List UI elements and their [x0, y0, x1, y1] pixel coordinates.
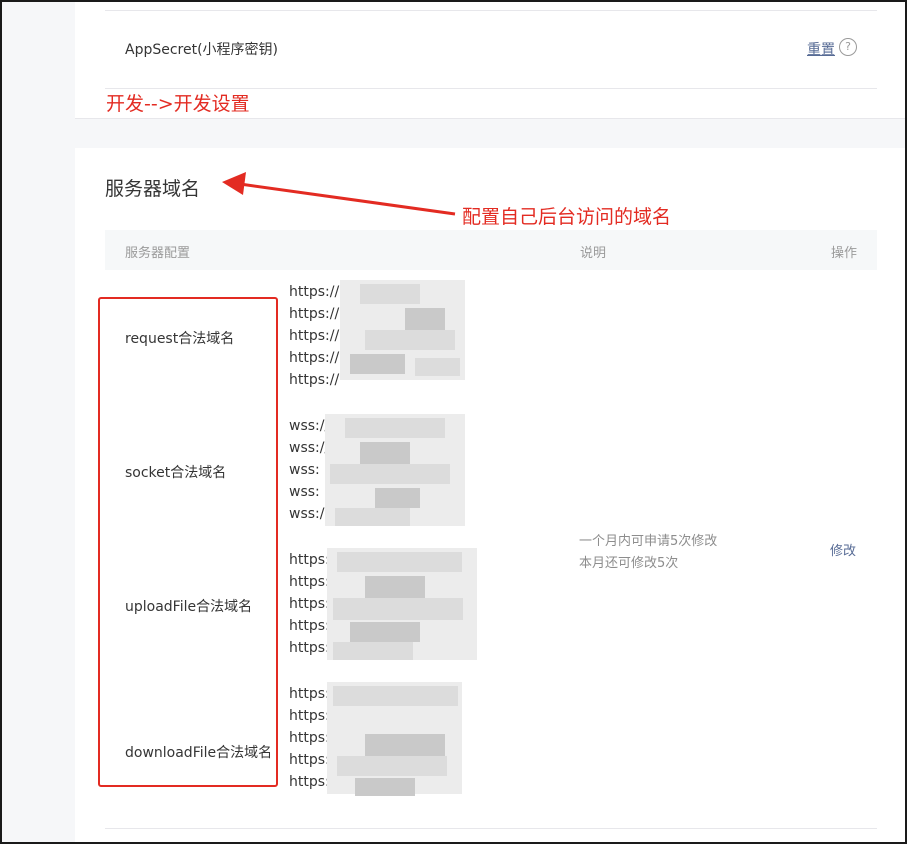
annotation-highlight-box [98, 297, 278, 787]
divider [105, 828, 877, 829]
